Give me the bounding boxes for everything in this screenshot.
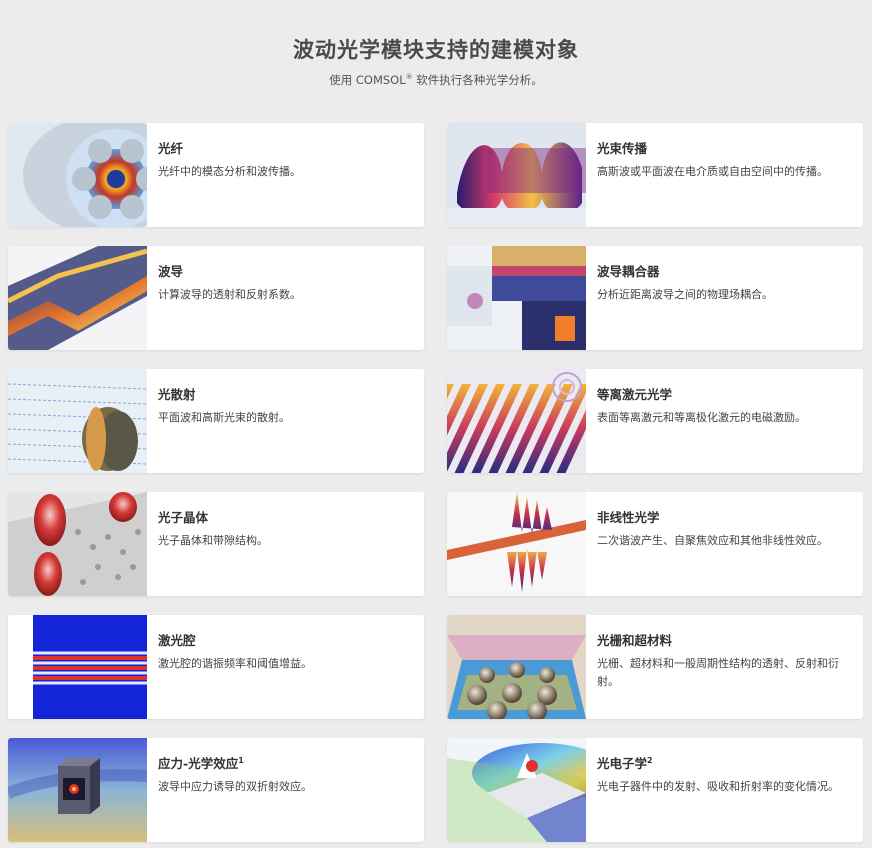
card-title: 光纤 <box>158 141 184 156</box>
plasmonics-icon <box>447 369 586 473</box>
card-beam-propagation[interactable]: 光束传播 高斯波或平面波在电介质或自由空间中的传播。 <box>447 123 863 227</box>
card-description: 激光腔的谐振频率和阈值增益。 <box>158 657 312 670</box>
card-grating-metamaterial[interactable]: 光栅和超材料 光栅、超材料和一般周期性结构的透射、反射和衍射。 <box>447 615 863 719</box>
card-waveguide[interactable]: 波导 计算波导的透射和反射系数。 <box>8 246 424 350</box>
registered-mark: ® <box>405 73 413 82</box>
stress-optical-icon <box>8 738 147 842</box>
card-title: 激光腔 <box>158 633 196 648</box>
laser-cavity-icon <box>8 615 147 719</box>
card-nonlinear-optics[interactable]: 非线性光学 二次谐波产生、自聚焦效应和其他非线性效应。 <box>447 492 863 596</box>
light-scattering-icon <box>8 369 147 473</box>
card-description: 光电子器件中的发射、吸收和折射率的变化情况。 <box>597 780 839 793</box>
card-laser-cavity[interactable]: 激光腔 激光腔的谐振频率和阈值增益。 <box>8 615 424 719</box>
card-description: 平面波和高斯光束的散射。 <box>158 411 290 424</box>
page-header: 波动光学模块支持的建模对象 使用 COMSOL® 软件执行各种光学分析。 <box>0 0 872 88</box>
card-title: 光栅和超材料 <box>597 633 673 648</box>
card-stress-optical[interactable]: 应力-光学效应1 波导中应力诱导的双折射效应。 <box>8 738 424 842</box>
waveguide-coupler-icon <box>447 246 586 350</box>
card-waveguide-coupler[interactable]: 波导耦合器 分析近距离波导之间的物理场耦合。 <box>447 246 863 350</box>
card-title: 等离激元光学 <box>597 387 673 402</box>
optical-fiber-icon <box>8 123 147 227</box>
card-optoelectronics[interactable]: 光电子学2 光电子器件中的发射、吸收和折射率的变化情况。 <box>447 738 863 842</box>
card-plasmonics[interactable]: 等离激元光学 表面等离激元和等离极化激元的电磁激励。 <box>447 369 863 473</box>
optoelectronics-icon <box>447 738 586 842</box>
card-title: 光子晶体 <box>158 510 209 525</box>
card-photonic-crystal[interactable]: 光子晶体 光子晶体和带隙结构。 <box>8 492 424 596</box>
card-optical-fiber[interactable]: 光纤 光纤中的模态分析和波传播。 <box>8 123 424 227</box>
subtitle-prefix: 使用 COMSOL <box>329 73 406 87</box>
card-description: 表面等离激元和等离极化激元的电磁激励。 <box>597 411 806 424</box>
card-description: 计算波导的透射和反射系数。 <box>158 288 301 301</box>
page-subtitle: 使用 COMSOL® 软件执行各种光学分析。 <box>0 72 872 88</box>
card-title: 波导 <box>158 264 184 279</box>
card-description: 光子晶体和带隙结构。 <box>158 534 268 547</box>
feature-grid: 光纤 光纤中的模态分析和波传播。 光束传播 高斯波或平面波在电介质或自由空间中的… <box>8 123 863 842</box>
page-title: 波动光学模块支持的建模对象 <box>293 38 579 62</box>
card-description: 光栅、超材料和一般周期性结构的透射、反射和衍射。 <box>597 657 839 688</box>
card-title: 应力-光学效应1 <box>158 755 244 771</box>
card-title: 光束传播 <box>597 141 648 156</box>
subtitle-suffix: 软件执行各种光学分析。 <box>412 73 543 87</box>
card-description: 分析近距离波导之间的物理场耦合。 <box>597 288 773 301</box>
card-title: 波导耦合器 <box>597 264 660 279</box>
card-title: 光电子学2 <box>597 755 653 771</box>
photonic-crystal-icon <box>8 492 147 596</box>
waveguide-icon <box>8 246 147 350</box>
card-description: 二次谐波产生、自聚焦效应和其他非线性效应。 <box>597 534 828 547</box>
card-description: 高斯波或平面波在电介质或自由空间中的传播。 <box>597 165 828 178</box>
beam-propagation-icon <box>447 123 586 227</box>
card-light-scattering[interactable]: 光散射 平面波和高斯光束的散射。 <box>8 369 424 473</box>
card-description: 光纤中的模态分析和波传播。 <box>158 165 301 178</box>
card-title: 非线性光学 <box>597 510 660 525</box>
grating-metamaterial-icon <box>447 615 586 719</box>
nonlinear-optics-icon <box>447 492 586 596</box>
card-description: 波导中应力诱导的双折射效应。 <box>158 780 312 793</box>
card-title: 光散射 <box>158 387 196 402</box>
